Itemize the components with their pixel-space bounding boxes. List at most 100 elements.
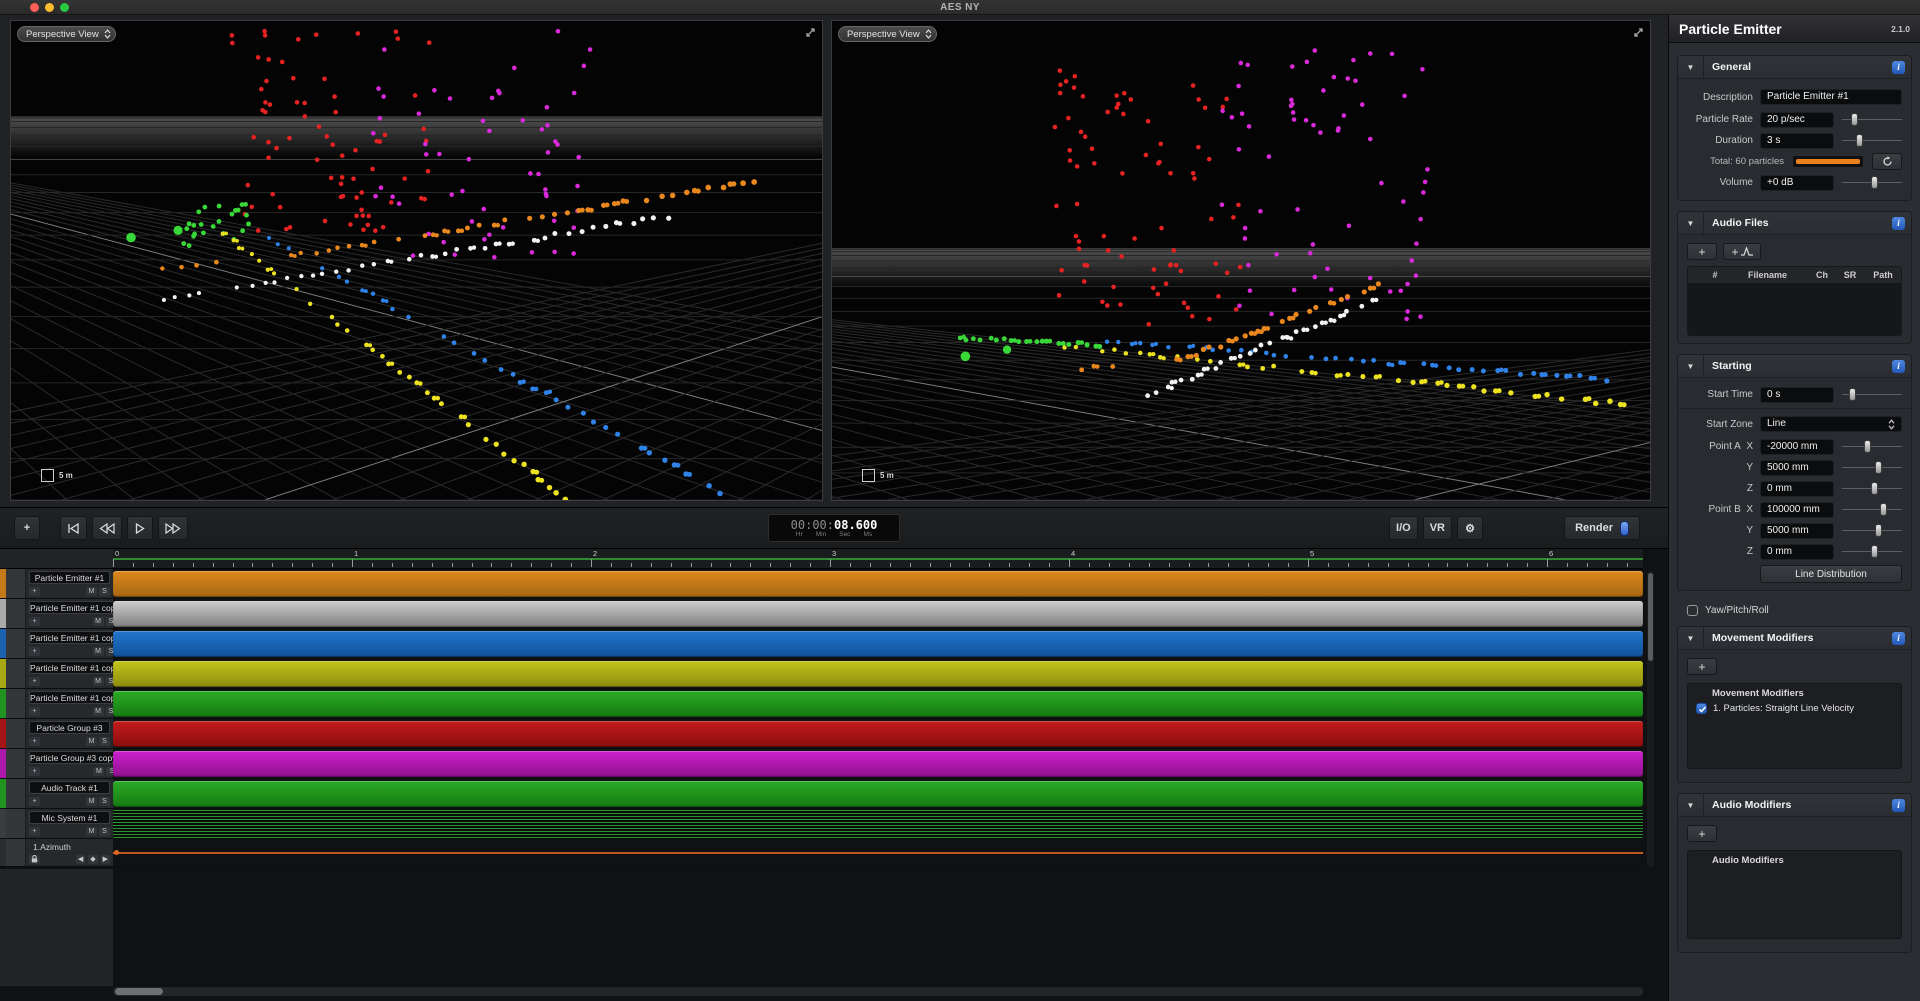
skip-to-start-button[interactable] — [60, 516, 87, 540]
track-name[interactable]: Particle Emitter #1 cop — [29, 691, 117, 704]
movement-modifiers-list[interactable]: Movement Modifiers 1. Particles: Straigh… — [1687, 683, 1902, 769]
track-add-button[interactable]: + — [29, 737, 40, 746]
track-drag-handle[interactable] — [6, 749, 26, 778]
point-b-z-field[interactable]: 0 mm — [1760, 544, 1834, 560]
track-solo-button[interactable]: S — [99, 737, 110, 746]
close-window-icon[interactable] — [30, 3, 39, 12]
automation-lane[interactable] — [113, 839, 1643, 867]
track-add-button[interactable]: + — [29, 707, 40, 716]
track-header[interactable]: Mic System #1+MS — [0, 809, 113, 839]
fast-forward-button[interactable] — [158, 516, 188, 540]
clip-region[interactable] — [113, 691, 1643, 717]
vertical-scrollbar-thumb[interactable] — [1648, 573, 1653, 661]
track-name[interactable]: Particle Group #3 — [29, 721, 110, 734]
collapse-triangle-icon[interactable]: ▼ — [1678, 212, 1704, 235]
clip-region[interactable] — [113, 661, 1643, 687]
point-b-z-slider[interactable] — [1842, 545, 1902, 559]
track-drag-handle[interactable] — [6, 689, 26, 718]
track-solo-button[interactable]: S — [99, 587, 110, 596]
track-mute-button[interactable]: M — [93, 617, 104, 626]
track-drag-handle[interactable] — [6, 569, 26, 598]
point-b-x-slider[interactable] — [1842, 503, 1902, 517]
collapse-triangle-icon[interactable]: ▼ — [1678, 794, 1704, 817]
point-a-x-slider[interactable] — [1842, 440, 1902, 454]
track-name[interactable]: Particle Emitter #1 cop — [29, 661, 117, 674]
horizontal-scrollbar-thumb[interactable] — [115, 988, 163, 995]
track-clip-lane[interactable] — [113, 779, 1643, 809]
expand-viewport-icon[interactable] — [1632, 26, 1645, 39]
track-header[interactable]: 1.Azimuth◀◆▶ — [0, 839, 113, 867]
track-header[interactable]: Audio Track #1+MS — [0, 779, 113, 809]
add-audio-file-button[interactable]: + — [1687, 243, 1717, 260]
add-movement-modifier-button[interactable]: + — [1687, 658, 1717, 675]
track-mute-button[interactable]: M — [86, 587, 97, 596]
track-add-button[interactable]: + — [29, 767, 40, 776]
collapse-triangle-icon[interactable]: ▼ — [1678, 56, 1704, 79]
track-solo-button[interactable]: S — [99, 797, 110, 806]
yaw-pitch-roll-checkbox[interactable] — [1687, 605, 1698, 616]
clip-region[interactable] — [113, 721, 1643, 747]
play-button[interactable] — [127, 516, 153, 540]
automation-point[interactable] — [114, 850, 119, 855]
loop-region-bar[interactable] — [113, 558, 1643, 560]
add-audio-file-waveform-button[interactable]: + — [1723, 243, 1761, 260]
horizontal-scrollbar[interactable] — [113, 987, 1643, 996]
point-a-z-slider[interactable] — [1842, 482, 1902, 496]
track-drag-handle[interactable] — [6, 839, 26, 866]
track-name[interactable]: Particle Emitter #1 cop — [29, 601, 117, 614]
view-mode-dropdown[interactable]: Perspective View — [17, 26, 116, 42]
track-header[interactable]: Particle Emitter #1 cop+MS — [0, 599, 113, 629]
track-mute-button[interactable]: M — [93, 647, 104, 656]
audio-modifiers-list[interactable]: Audio Modifiers — [1687, 850, 1902, 939]
track-name[interactable]: Particle Group #3 copy — [29, 751, 117, 764]
track-add-button[interactable]: + — [29, 587, 40, 596]
track-clip-lane[interactable] — [113, 629, 1643, 659]
expand-viewport-icon[interactable] — [804, 26, 817, 39]
track-mute-button[interactable]: M — [93, 707, 104, 716]
3d-scene-canvas[interactable] — [11, 21, 822, 500]
add-keyframe-button[interactable]: ◆ — [88, 855, 97, 864]
lock-icon[interactable] — [29, 855, 40, 864]
prev-keyframe-button[interactable]: ◀ — [76, 855, 85, 864]
track-clip-lane[interactable] — [113, 749, 1643, 779]
3d-scene-canvas[interactable] — [832, 21, 1650, 500]
track-add-button[interactable]: + — [29, 797, 40, 806]
track-clip-lane[interactable] — [113, 719, 1643, 749]
start-time-field[interactable]: 0 s — [1760, 387, 1834, 403]
info-icon[interactable]: i — [1892, 360, 1905, 373]
add-audio-modifier-button[interactable]: + — [1687, 825, 1717, 842]
description-field[interactable]: Particle Emitter #1 — [1760, 89, 1902, 105]
rewind-button[interactable] — [92, 516, 122, 540]
track-name[interactable]: Mic System #1 — [29, 811, 110, 824]
track-header[interactable]: Particle Group #3+MS — [0, 719, 113, 749]
track-name[interactable]: Audio Track #1 — [29, 781, 110, 794]
io-settings-button[interactable]: I/O — [1389, 516, 1418, 540]
track-header[interactable]: Particle Emitter #1 cop+MS — [0, 689, 113, 719]
particle-rate-field[interactable]: 20 p/sec — [1760, 112, 1834, 128]
automation-curve[interactable] — [113, 852, 1643, 854]
point-a-y-field[interactable]: 5000 mm — [1760, 460, 1834, 476]
render-button[interactable]: Render — [1564, 516, 1640, 540]
line-distribution-button[interactable]: Line Distribution — [1760, 565, 1902, 583]
track-mute-button[interactable]: M — [93, 767, 104, 776]
start-zone-select[interactable]: Line — [1760, 416, 1902, 432]
point-a-z-field[interactable]: 0 mm — [1760, 481, 1834, 497]
volume-slider[interactable] — [1842, 176, 1902, 190]
track-solo-button[interactable]: S — [99, 827, 110, 836]
track-header[interactable]: Particle Emitter #1 cop+MS — [0, 659, 113, 689]
track-mute-button[interactable]: M — [93, 677, 104, 686]
clip-region[interactable] — [113, 751, 1643, 777]
duration-slider[interactable] — [1842, 134, 1902, 148]
info-icon[interactable]: i — [1892, 61, 1905, 74]
particle-rate-slider[interactable] — [1842, 113, 1902, 127]
track-add-button[interactable]: + — [29, 827, 40, 836]
add-track-button[interactable]: + — [14, 516, 40, 540]
track-header[interactable]: Particle Emitter #1 cop+MS — [0, 629, 113, 659]
clip-region[interactable] — [113, 571, 1643, 597]
info-icon[interactable]: i — [1892, 632, 1905, 645]
track-add-button[interactable]: + — [29, 677, 40, 686]
timeline-ruler[interactable]: 0123456 — [113, 549, 1643, 569]
start-time-slider[interactable] — [1842, 388, 1902, 402]
track-clip-lane[interactable] — [113, 809, 1643, 839]
track-drag-handle[interactable] — [6, 809, 26, 838]
